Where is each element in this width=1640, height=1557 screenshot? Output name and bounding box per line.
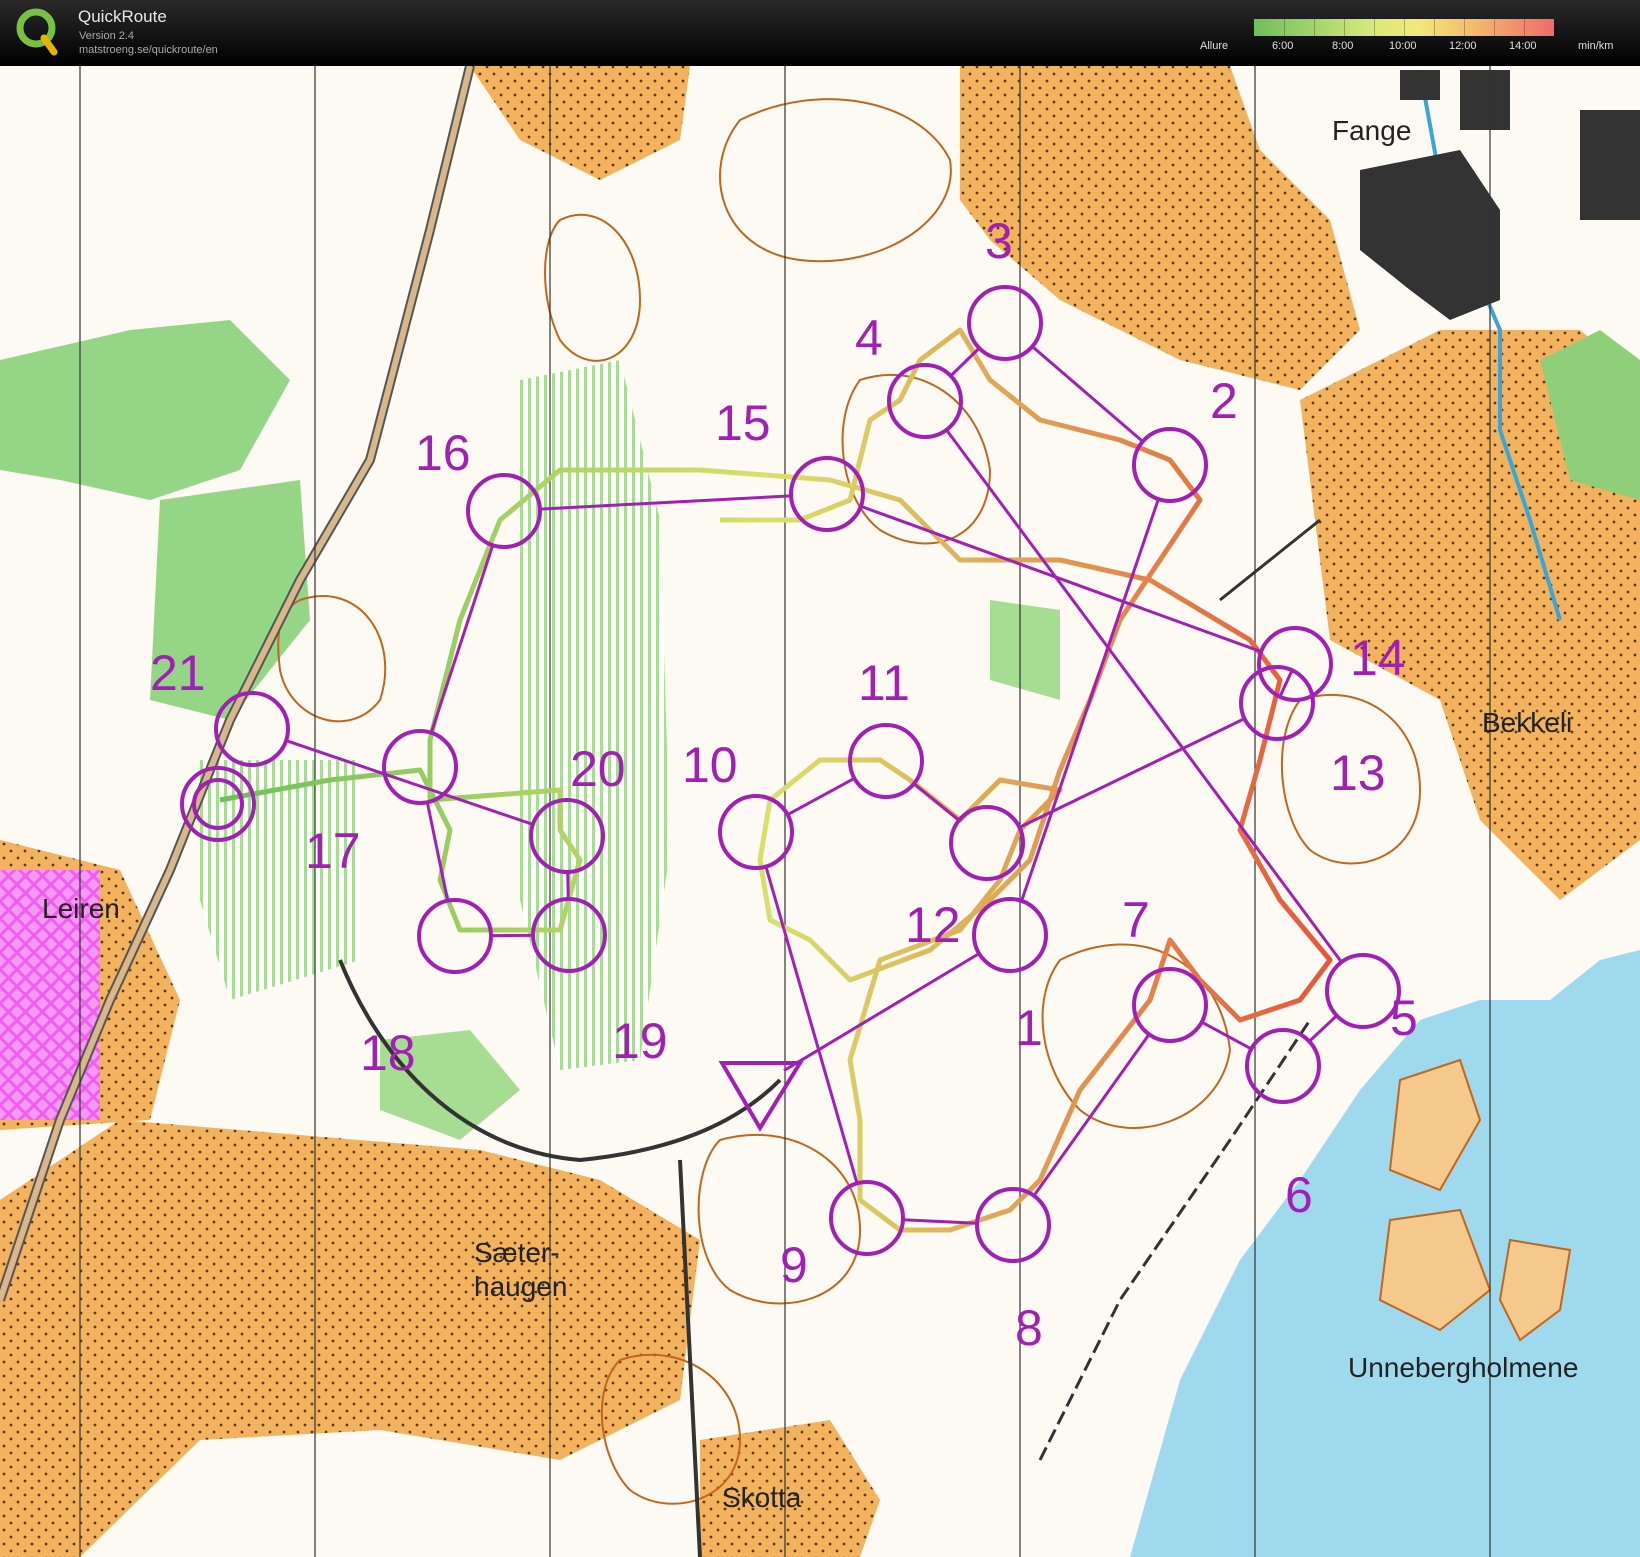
pace-legend-bar bbox=[1254, 19, 1554, 36]
legend-tick: 10:00 bbox=[1389, 40, 1417, 52]
place-name-skotta: Skotta bbox=[722, 1482, 802, 1513]
place-name-unnebergholmene: Unnebergholmene bbox=[1348, 1352, 1578, 1383]
control-number-1: 1 bbox=[1015, 1000, 1043, 1056]
control-number-4: 4 bbox=[855, 310, 883, 366]
building bbox=[1460, 70, 1510, 130]
legend-unit: min/km bbox=[1578, 40, 1614, 52]
app-version: Version 2.4 bbox=[79, 30, 135, 42]
app-url[interactable]: matstroeng.se/quickroute/en bbox=[79, 44, 218, 56]
control-number-9: 9 bbox=[780, 1237, 808, 1293]
legend-tick: 14:00 bbox=[1509, 40, 1537, 52]
app-title: QuickRoute bbox=[78, 7, 167, 26]
control-number-10: 10 bbox=[682, 737, 738, 793]
control-number-17: 17 bbox=[305, 823, 361, 879]
control-number-18: 18 bbox=[360, 1025, 416, 1081]
control-number-5: 5 bbox=[1390, 990, 1418, 1046]
building bbox=[1400, 70, 1440, 100]
control-number-12: 12 bbox=[905, 897, 961, 953]
control-number-20: 20 bbox=[570, 741, 626, 797]
control-number-6: 6 bbox=[1285, 1167, 1313, 1223]
legend-tick: 8:00 bbox=[1332, 40, 1354, 52]
app-header: QuickRoute Version 2.4 matstroeng.se/qui… bbox=[0, 0, 1640, 66]
place-name-fange: Fange bbox=[1332, 115, 1411, 146]
course-leg bbox=[566, 871, 570, 900]
orienteering-map[interactable]: 123456789101112131415161718 192021 Fange … bbox=[0, 66, 1640, 1557]
control-number-16: 16 bbox=[415, 425, 471, 481]
place-name-saeterhaugen-1: Sæter- bbox=[474, 1237, 560, 1268]
control-number-3: 3 bbox=[985, 213, 1013, 269]
control-number-14: 14 bbox=[1350, 630, 1406, 686]
legend-tick: 12:00 bbox=[1449, 40, 1477, 52]
place-name-saeterhaugen-2: haugen bbox=[474, 1271, 567, 1302]
place-name-bekkeli: Bekkeli bbox=[1482, 707, 1572, 738]
legend-tick: 6:00 bbox=[1272, 40, 1294, 52]
control-number-15: 15 bbox=[715, 395, 771, 451]
control-number-19: 19 bbox=[612, 1013, 668, 1069]
quickroute-logo-icon bbox=[16, 8, 58, 56]
control-number-11: 11 bbox=[858, 655, 910, 711]
control-number-8: 8 bbox=[1015, 1300, 1043, 1356]
control-number-21: 21 bbox=[150, 645, 206, 701]
place-name-leiren: Leiren bbox=[42, 893, 120, 924]
building bbox=[1580, 110, 1640, 220]
control-number-2: 2 bbox=[1210, 373, 1238, 429]
control-number-13: 13 bbox=[1330, 745, 1386, 801]
green-vegetation bbox=[200, 760, 360, 1000]
control-number-7: 7 bbox=[1122, 892, 1150, 948]
legend-label: Allure bbox=[1200, 40, 1229, 52]
